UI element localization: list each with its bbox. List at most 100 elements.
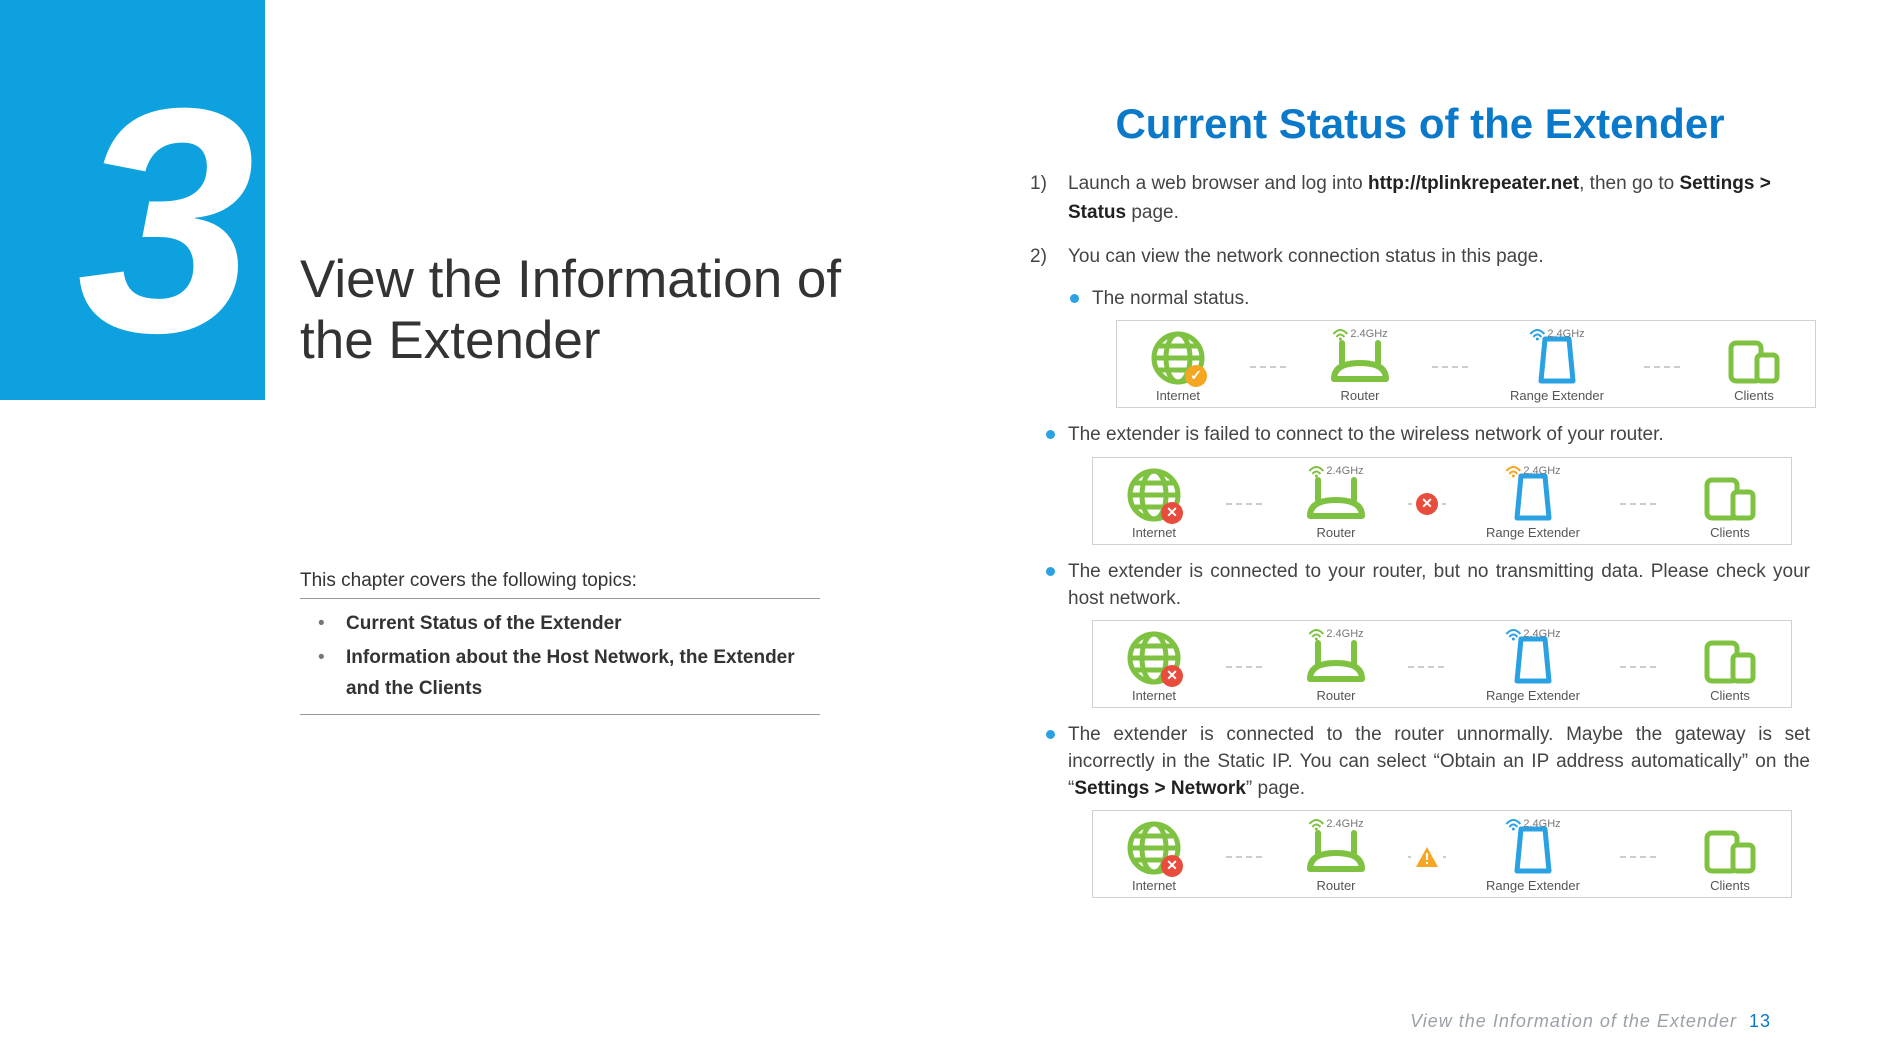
step-2: You can view the network connection stat… bbox=[1030, 243, 1810, 898]
router-icon bbox=[1304, 829, 1368, 875]
link-line bbox=[1432, 366, 1470, 368]
content-column: Current Status of the Extender Launch a … bbox=[1030, 100, 1810, 914]
node-router: 2.4GHz Router bbox=[1291, 466, 1381, 542]
router-icon bbox=[1304, 639, 1368, 685]
link-line bbox=[1620, 503, 1658, 505]
label-clients: Clients bbox=[1710, 687, 1750, 705]
link-line-error: ✕ bbox=[1408, 493, 1446, 515]
label-internet: Internet bbox=[1132, 687, 1176, 705]
node-internet: ✕ Internet bbox=[1109, 466, 1199, 542]
case-no-data-text: The extender is connected to your router… bbox=[1068, 561, 1810, 609]
step1-url[interactable]: http://tplinkrepeater.net bbox=[1368, 173, 1579, 194]
node-extender: 2.4GHz Range Extender bbox=[1497, 329, 1617, 405]
wifi-band-tag: 2.4GHz bbox=[1308, 464, 1363, 479]
diagram-abnormal: ✕ Internet 2.4GHz Router bbox=[1092, 810, 1792, 898]
section-heading: Current Status of the Extender bbox=[1030, 100, 1810, 148]
node-extender: 2.4GHz Range Extender bbox=[1473, 629, 1593, 705]
node-internet: ✓ Internet bbox=[1133, 329, 1223, 405]
wifi-icon bbox=[1505, 819, 1521, 831]
label-extender: Range Extender bbox=[1486, 877, 1580, 895]
label-extender: Range Extender bbox=[1510, 387, 1604, 405]
extender-icon bbox=[1513, 635, 1553, 685]
wifi-band-tag: 2.4GHz bbox=[1308, 817, 1363, 832]
band-text: 2.4GHz bbox=[1350, 327, 1387, 342]
node-clients: Clients bbox=[1685, 466, 1775, 542]
band-text: 2.4GHz bbox=[1547, 327, 1584, 342]
wifi-band-tag: 2.4GHz bbox=[1529, 327, 1584, 342]
extender-icon bbox=[1513, 825, 1553, 875]
page-number: 13 bbox=[1749, 1011, 1771, 1031]
step2-text: You can view the network connection stat… bbox=[1068, 246, 1544, 267]
topics-intro: This chapter covers the following topics… bbox=[300, 570, 820, 599]
case-abnormal-gateway: The extender is connected to the router … bbox=[1044, 722, 1810, 898]
band-text: 2.4GHz bbox=[1326, 464, 1363, 479]
step1-suffix: page. bbox=[1126, 202, 1179, 223]
wifi-icon bbox=[1308, 466, 1324, 478]
footer-text: View the Information of the Extender bbox=[1410, 1011, 1737, 1031]
node-internet: ✕ Internet bbox=[1109, 629, 1199, 705]
extender-icon bbox=[1537, 335, 1577, 385]
status-cases: The normal status. ✓ Internet bbox=[1068, 286, 1810, 899]
label-extender: Range Extender bbox=[1486, 524, 1580, 542]
wifi-icon bbox=[1505, 629, 1521, 641]
clients-icon bbox=[1703, 639, 1757, 685]
step-1: Launch a web browser and log into http:/… bbox=[1030, 170, 1810, 227]
case-no-data: The extender is connected to your router… bbox=[1044, 559, 1810, 708]
band-text: 2.4GHz bbox=[1326, 817, 1363, 832]
node-clients: Clients bbox=[1685, 629, 1775, 705]
step1-middle: , then go to bbox=[1579, 173, 1679, 194]
label-router: Router bbox=[1316, 524, 1355, 542]
case-d-suffix: ” page. bbox=[1246, 778, 1305, 799]
label-internet: Internet bbox=[1132, 524, 1176, 542]
node-router: 2.4GHz Router bbox=[1315, 329, 1405, 405]
node-clients: Clients bbox=[1709, 329, 1799, 405]
node-internet: ✕ Internet bbox=[1109, 819, 1199, 895]
chapter-number-badge: 3 bbox=[0, 0, 265, 400]
diagram-fail-router: ✕ Internet 2.4GHz Router bbox=[1092, 457, 1792, 545]
case-d-bold: Settings > Network bbox=[1074, 778, 1246, 799]
node-extender: 2.4GHz Range Extender bbox=[1473, 819, 1593, 895]
wifi-icon bbox=[1529, 329, 1545, 341]
case-fail-router: The extender is failed to connect to the… bbox=[1044, 422, 1810, 545]
band-text: 2.4GHz bbox=[1523, 627, 1560, 642]
band-text: 2.4GHz bbox=[1326, 627, 1363, 642]
status-error-icon: ✕ bbox=[1416, 493, 1438, 515]
step1-prefix: Launch a web browser and log into bbox=[1068, 173, 1368, 194]
manual-page: 3 View the Information of the Extender T… bbox=[0, 0, 1891, 1064]
case-fail-router-text: The extender is failed to connect to the… bbox=[1068, 424, 1664, 445]
label-internet: Internet bbox=[1132, 877, 1176, 895]
label-extender: Range Extender bbox=[1486, 687, 1580, 705]
topics-block: This chapter covers the following topics… bbox=[300, 570, 820, 715]
chapter-title: View the Information of the Extender bbox=[300, 250, 860, 372]
topic-item[interactable]: Current Status of the Extender bbox=[330, 609, 820, 639]
label-clients: Clients bbox=[1710, 877, 1750, 895]
clients-icon bbox=[1703, 829, 1757, 875]
label-internet: Internet bbox=[1156, 387, 1200, 405]
warning-icon bbox=[1415, 846, 1439, 868]
diagram-normal: ✓ Internet 2.4GHz Router bbox=[1116, 320, 1816, 408]
status-error-icon: ✕ bbox=[1161, 502, 1183, 524]
diagram-no-data: ✕ Internet 2.4GHz Router bbox=[1092, 620, 1792, 708]
link-line bbox=[1226, 856, 1264, 858]
topic-item[interactable]: Information about the Host Network, the … bbox=[330, 643, 820, 704]
label-router: Router bbox=[1340, 387, 1379, 405]
case-normal-text: The normal status. bbox=[1092, 288, 1249, 309]
band-text: 2.4GHz bbox=[1523, 817, 1560, 832]
wifi-icon bbox=[1308, 629, 1324, 641]
link-line-warning bbox=[1408, 846, 1446, 868]
wifi-band-tag: 2.4GHz bbox=[1308, 627, 1363, 642]
node-clients: Clients bbox=[1685, 819, 1775, 895]
status-ok-icon: ✓ bbox=[1185, 365, 1207, 387]
wifi-icon bbox=[1505, 466, 1521, 478]
clients-icon bbox=[1703, 476, 1757, 522]
wifi-band-tag: 2.4GHz bbox=[1505, 627, 1560, 642]
chapter-number: 3 bbox=[77, 60, 255, 380]
link-line bbox=[1408, 666, 1446, 668]
case-normal: The normal status. ✓ Internet bbox=[1068, 286, 1810, 409]
wifi-icon bbox=[1308, 819, 1324, 831]
router-icon bbox=[1328, 339, 1392, 385]
node-extender: 2.4GHz Range Extender bbox=[1473, 466, 1593, 542]
label-clients: Clients bbox=[1734, 387, 1774, 405]
divider bbox=[300, 714, 820, 715]
page-footer: View the Information of the Extender 13 bbox=[1410, 1011, 1771, 1032]
